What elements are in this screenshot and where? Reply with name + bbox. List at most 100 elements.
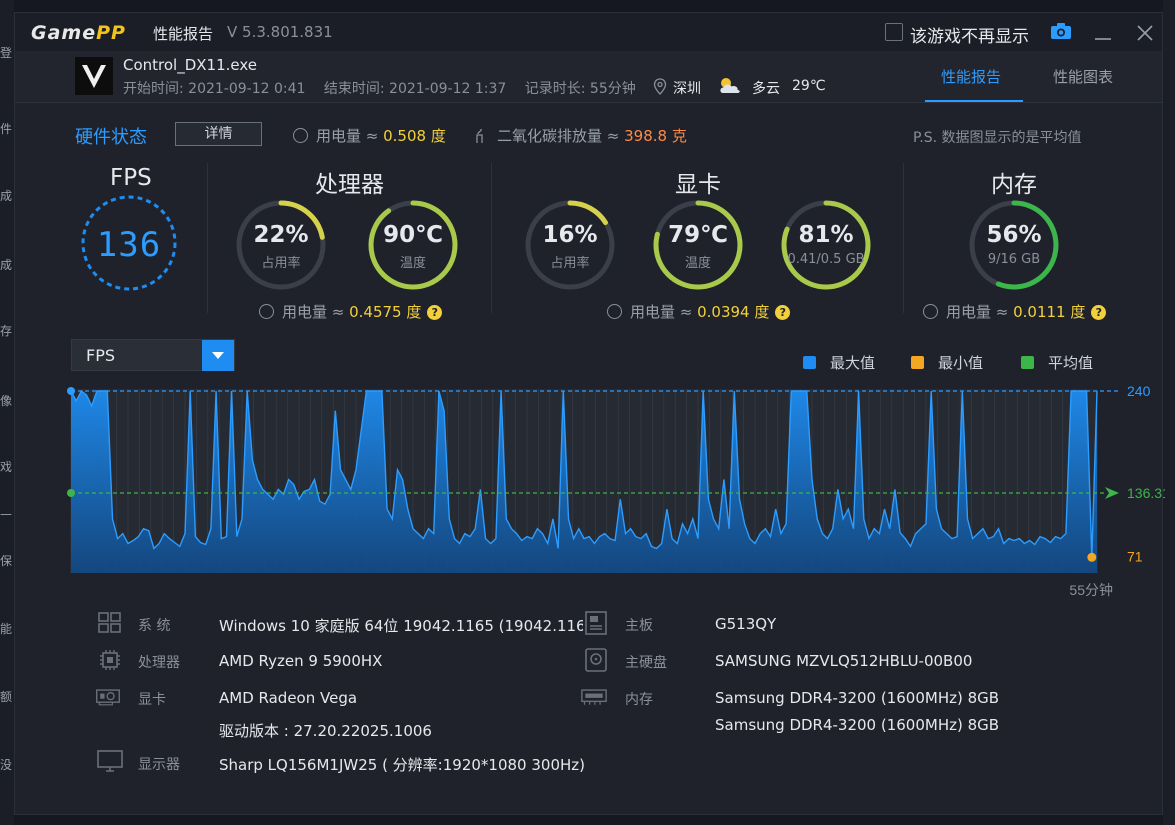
cpu-temp-label: 温度 xyxy=(399,256,426,271)
gpu-vram-label: 0.41/0.5 GB xyxy=(787,252,865,267)
version-text: V 5.3.801.831 xyxy=(227,23,333,41)
strip-text: 没 xyxy=(0,758,13,772)
gpu-label: 显卡 xyxy=(138,692,166,708)
session-header: Control_DX11.exe 开始时间: 2021-09-12 0:41 结… xyxy=(15,51,1162,103)
gpu-vram-value: 81% xyxy=(798,222,854,248)
strip-text: 像 xyxy=(0,394,13,408)
tab-performance-chart[interactable]: 性能图表 xyxy=(1053,66,1113,87)
session-meta: 开始时间: 2021-09-12 0:41 结束时间: 2021-09-12 1… xyxy=(123,78,650,98)
metric-select-value: FPS xyxy=(86,346,116,365)
strip-text: 戏 xyxy=(0,460,13,474)
help-icon[interactable]: ? xyxy=(775,305,791,320)
titlebar: GamePP 性能报告 V 5.3.801.831 该游戏不再显示 xyxy=(15,13,1162,51)
min-marker xyxy=(1087,552,1097,562)
strip-text: 存 xyxy=(0,324,13,338)
dropdown-button[interactable] xyxy=(202,340,234,371)
strip-text: 件 xyxy=(0,122,13,136)
memory-title: 内存 xyxy=(991,172,1037,198)
divider xyxy=(491,163,492,313)
max-label: 240 xyxy=(1127,383,1151,399)
hardware-status-title: 硬件状态 xyxy=(75,127,147,148)
windows-icon xyxy=(98,612,121,633)
max-marker xyxy=(67,387,75,395)
legend-swatch xyxy=(803,356,816,369)
tab-performance-report[interactable]: 性能报告 xyxy=(941,66,1001,87)
game-app-icon xyxy=(75,57,113,95)
weather: 多云 xyxy=(752,81,780,97)
avg-arrow-marker xyxy=(1105,487,1119,500)
display-value: Sharp LQ156M1JW25 ( 分辨率:1920*1080 300Hz) xyxy=(219,756,585,774)
gpu-temp-value: 79℃ xyxy=(668,222,728,248)
memory-usage-label: 9/16 GB xyxy=(987,252,1041,267)
strip-text: 能 xyxy=(0,622,13,636)
cpu-power: 用电量 ≈ 0.4575 度? xyxy=(259,301,443,322)
power-icon xyxy=(259,304,274,319)
memory-label: 内存 xyxy=(625,692,653,708)
cpu-value: AMD Ryzen 9 5900HX xyxy=(219,652,383,670)
exe-name: Control_DX11.exe xyxy=(123,56,258,74)
divider xyxy=(207,163,208,313)
disk-value: SAMSUNG MZVLQ512HBLU-00B00 xyxy=(715,652,973,670)
gpu-card-icon xyxy=(96,689,120,706)
memory-power: 用电量 ≈ 0.0111 度? xyxy=(923,301,1107,322)
gpu-usage-value: 16% xyxy=(542,222,598,248)
cpu-usage-value: 22% xyxy=(253,222,309,248)
display-label: 显示器 xyxy=(138,757,180,773)
strip-text: 保 xyxy=(0,554,13,568)
memory-value-1: Samsung DDR4-3200 (1600MHz) 8GB xyxy=(715,689,1000,707)
cloudy-weather-icon xyxy=(720,78,740,93)
hide-game-checkbox[interactable] xyxy=(885,23,903,41)
strip-text: 成 xyxy=(0,258,13,272)
strip-text: 登 xyxy=(0,46,13,60)
avg-marker xyxy=(67,489,75,498)
average-note: P.S. 数据图显示的是平均值 xyxy=(913,130,1082,146)
chevron-down-icon xyxy=(212,352,224,359)
temperature: 29℃ xyxy=(792,78,826,94)
details-button[interactable]: 详情 xyxy=(175,122,262,146)
strip-text: 额 xyxy=(0,690,13,704)
memory-value-2: Samsung DDR4-3200 (1600MHz) 8GB xyxy=(715,716,1000,734)
hard-disk-icon xyxy=(585,648,607,672)
motherboard-value: G513QY xyxy=(715,615,777,633)
fps-average-value: 136 xyxy=(96,225,162,265)
os-value: Windows 10 家庭版 64位 19042.1165 (19042.116… xyxy=(219,617,583,635)
cpu-label: 处理器 xyxy=(138,655,180,671)
legend-max: 最大值 xyxy=(803,352,875,373)
close-icon[interactable] xyxy=(1135,23,1155,43)
legend-swatch xyxy=(911,356,924,369)
co2-emission: 二氧化碳排放量 ≈ 398.8 克 xyxy=(473,125,687,146)
start-time: 开始时间: 2021-09-12 0:41 xyxy=(123,81,306,97)
os-label: 系 统 xyxy=(138,618,171,634)
memory-usage-value: 56% xyxy=(986,222,1042,248)
power-icon xyxy=(293,128,308,143)
cpu-chip-icon xyxy=(100,650,120,670)
memory-module-icon xyxy=(581,689,607,705)
motherboard-label: 主板 xyxy=(625,618,653,634)
minimize-icon[interactable] xyxy=(1093,23,1113,43)
help-icon[interactable]: ? xyxy=(427,305,443,320)
min-label: 71 xyxy=(1127,548,1143,564)
window-title: 性能报告 xyxy=(153,25,214,43)
legend-swatch xyxy=(1021,356,1034,369)
power-icon xyxy=(923,304,938,319)
duration: 记录时长: 55分钟 xyxy=(524,81,636,97)
strip-text: 成 xyxy=(0,189,13,203)
chimney-icon xyxy=(476,128,483,143)
gpu-power: 用电量 ≈ 0.0394 度? xyxy=(607,301,791,322)
help-icon[interactable]: ? xyxy=(1091,305,1107,320)
cpu-title: 处理器 xyxy=(315,172,384,198)
disk-label: 主硬盘 xyxy=(625,655,667,671)
gpu-driver-version: 驱动版本 : 27.20.22025.1006 xyxy=(219,722,432,740)
strip-text: — xyxy=(0,507,12,521)
fps-title: FPS xyxy=(110,165,152,191)
camera-icon[interactable] xyxy=(1051,23,1071,39)
fps-chart: 240 136.31 71 55分钟 xyxy=(67,383,1165,598)
divider xyxy=(903,163,904,313)
cpu-usage-label: 占用率 xyxy=(261,256,301,271)
motherboard-icon xyxy=(585,611,607,635)
metric-select[interactable]: FPS xyxy=(71,339,235,371)
gpu-temp-label: 温度 xyxy=(684,256,711,271)
hide-game-label[interactable]: 该游戏不再显示 xyxy=(910,22,1029,47)
performance-report-window: GamePP 性能报告 V 5.3.801.831 该游戏不再显示 Contro… xyxy=(14,12,1165,815)
city: 深圳 xyxy=(673,81,701,97)
